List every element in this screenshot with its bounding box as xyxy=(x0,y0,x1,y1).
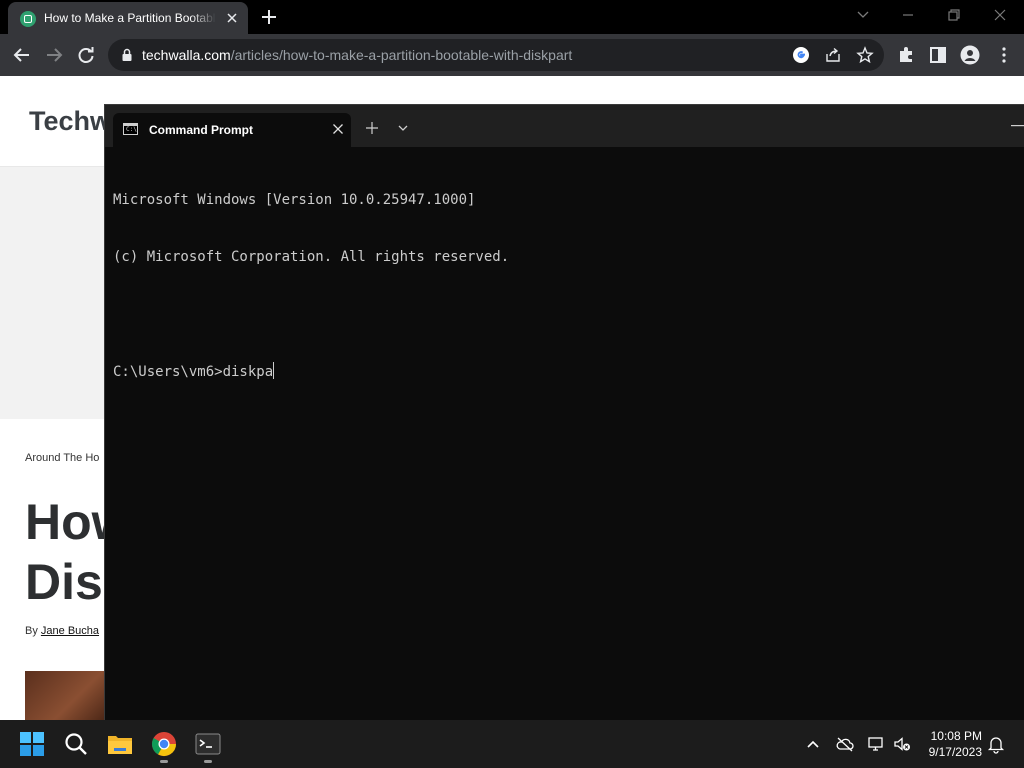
minimize-window-icon[interactable] xyxy=(898,6,918,24)
network-icon[interactable] xyxy=(866,734,886,754)
onedrive-cloud-icon[interactable] xyxy=(835,734,855,754)
close-window-icon[interactable] xyxy=(990,6,1010,24)
text-cursor xyxy=(273,362,275,379)
side-panel-icon[interactable] xyxy=(928,45,948,65)
system-clock[interactable]: 10:08 PM 9/17/2023 xyxy=(918,728,982,760)
breadcrumb[interactable]: Around The Ho xyxy=(25,452,99,464)
terminal-taskbar-button[interactable] xyxy=(192,728,224,763)
terminal-tab[interactable]: C:\ Command Prompt xyxy=(113,113,351,147)
back-arrow-icon[interactable] xyxy=(12,45,32,65)
terminal-icon xyxy=(195,733,221,755)
windows-start-icon[interactable] xyxy=(16,728,48,760)
terminal-title-bar[interactable]: C:\ Command Prompt xyxy=(105,105,1024,147)
lock-icon[interactable] xyxy=(120,48,134,62)
restore-window-icon[interactable] xyxy=(944,6,964,24)
address-bar[interactable]: techwalla.com/articles/how-to-make-a-par… xyxy=(108,39,884,71)
article-byline: By Jane Bucha xyxy=(25,625,99,637)
terminal-window: C:\ Command Prompt Microsoft Windows [Ve… xyxy=(104,104,1024,721)
headline-line: Disk xyxy=(25,554,105,610)
terminal-minimize-icon[interactable] xyxy=(1011,125,1024,127)
terminal-tab-title: Command Prompt xyxy=(149,123,254,137)
close-tab-icon[interactable] xyxy=(224,10,240,26)
terminal-line: (c) Microsoft Corporation. All rights re… xyxy=(113,249,510,265)
clock-time: 10:08 PM xyxy=(930,729,982,743)
techwalla-favicon-icon xyxy=(20,11,36,27)
bookmark-star-icon[interactable] xyxy=(856,46,874,64)
headline-line: How xyxy=(25,494,105,550)
url-path: /articles/how-to-make-a-partition-bootab… xyxy=(230,47,573,63)
extensions-puzzle-icon[interactable] xyxy=(896,45,916,65)
chrome-taskbar-button[interactable] xyxy=(148,728,180,763)
terminal-prompt-line[interactable]: C:\Users\vm6>diskpa xyxy=(113,362,1013,381)
reload-icon[interactable] xyxy=(76,45,96,65)
profile-avatar-icon[interactable] xyxy=(960,45,980,65)
browser-tab[interactable]: How to Make a Partition Bootable with Di… xyxy=(8,2,248,34)
site-logo[interactable]: Techw xyxy=(29,106,111,137)
article-image xyxy=(25,671,105,721)
forward-arrow-icon[interactable] xyxy=(44,45,64,65)
new-terminal-tab-icon[interactable] xyxy=(365,121,379,135)
browser-tab-title: How to Make a Partition Bootable with Di… xyxy=(44,11,216,25)
author-link[interactable]: Jane Bucha xyxy=(41,625,99,637)
search-icon[interactable] xyxy=(60,728,92,760)
file-explorer-icon[interactable] xyxy=(104,728,136,760)
command-prompt-icon: C:\ xyxy=(123,123,138,135)
show-hidden-icons-chevron-icon[interactable] xyxy=(803,734,823,754)
browser-toolbar: techwalla.com/articles/how-to-make-a-par… xyxy=(0,34,1024,76)
share-icon[interactable] xyxy=(824,46,842,64)
terminal-output[interactable]: Microsoft Windows [Version 10.0.25947.10… xyxy=(113,153,1013,713)
chrome-menu-icon[interactable] xyxy=(994,45,1014,65)
google-lens-icon[interactable] xyxy=(792,46,810,64)
taskbar: 10:08 PM 9/17/2023 xyxy=(0,720,1024,768)
terminal-line: Microsoft Windows [Version 10.0.25947.10… xyxy=(113,192,476,208)
url-host: techwalla.com xyxy=(142,47,231,63)
chrome-running-indicator xyxy=(160,760,168,763)
close-terminal-tab-icon[interactable] xyxy=(331,122,345,136)
terminal-dropdown-chevron-icon[interactable] xyxy=(397,123,409,133)
byline-prefix: By xyxy=(25,625,38,637)
chrome-icon xyxy=(151,732,176,757)
volume-muted-icon[interactable] xyxy=(892,734,912,754)
new-tab-icon[interactable] xyxy=(258,6,280,28)
terminal-running-indicator xyxy=(204,760,212,763)
tab-search-chevron-icon[interactable] xyxy=(853,6,873,24)
clock-date: 9/17/2023 xyxy=(928,745,982,759)
url-text: techwalla.com/articles/how-to-make-a-par… xyxy=(142,47,572,63)
notifications-bell-icon[interactable] xyxy=(986,734,1006,754)
browser-tab-strip: How to Make a Partition Bootable with Di… xyxy=(0,0,1024,34)
terminal-command-text: C:\Users\vm6>diskpa xyxy=(113,364,274,380)
article-headline: How Disk xyxy=(25,492,105,612)
